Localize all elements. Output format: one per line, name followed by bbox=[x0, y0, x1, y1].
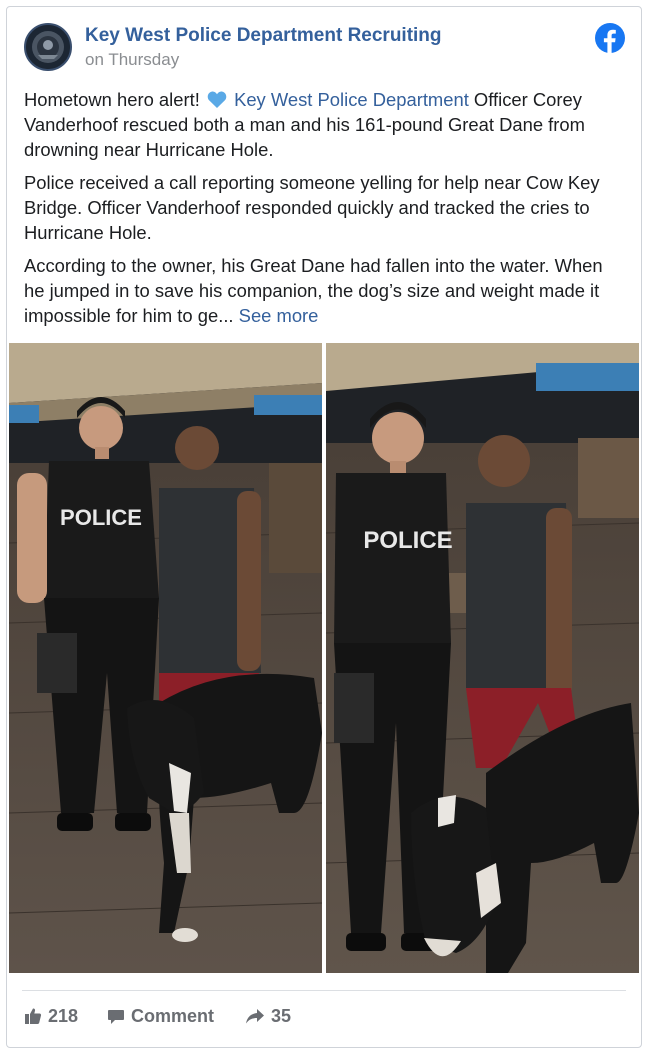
intro-text: Hometown hero alert! bbox=[24, 89, 205, 110]
share-count: 35 bbox=[271, 1005, 292, 1026]
blue-heart-icon bbox=[207, 91, 227, 108]
post-body: Hometown hero alert! Key West Police Dep… bbox=[24, 87, 628, 336]
post-timestamp[interactable]: on Thursday bbox=[85, 50, 179, 70]
page-mention-link[interactable]: Key West Police Department bbox=[234, 89, 469, 110]
share-arrow-icon bbox=[246, 1009, 264, 1024]
share-button[interactable]: 35 bbox=[245, 1003, 291, 1029]
photo-officer-man-dog-right[interactable]: POLICE bbox=[326, 343, 639, 973]
post-actions-bar: 218 Comment 35 bbox=[7, 1003, 641, 1033]
comment-label: Comment bbox=[131, 1005, 215, 1026]
post-paragraph: Police received a call reporting someone… bbox=[24, 172, 600, 243]
like-button[interactable]: 218 bbox=[24, 1003, 78, 1029]
thumbs-up-icon bbox=[25, 1008, 42, 1024]
like-count: 218 bbox=[48, 1005, 79, 1026]
post-card: Key West Police Department Recruiting on… bbox=[6, 6, 642, 1048]
post-paragraph: Hometown hero alert! Key West Police Dep… bbox=[24, 87, 628, 162]
page-name-link[interactable]: Key West Police Department Recruiting bbox=[85, 25, 442, 47]
facebook-logo-icon bbox=[595, 23, 625, 53]
shirt-police-text: POLICE bbox=[60, 505, 142, 530]
shirt-police-text: POLICE bbox=[363, 527, 452, 554]
post-paragraph: According to the owner, his Great Dane h… bbox=[24, 253, 628, 328]
comment-button[interactable]: Comment bbox=[107, 1003, 214, 1029]
photo-officer-man-dog-left[interactable]: POLICE bbox=[9, 343, 322, 973]
see-more-link[interactable]: See more bbox=[239, 305, 319, 326]
photo-grid: POLICE POLICE bbox=[8, 343, 640, 973]
comment-icon bbox=[108, 1010, 124, 1024]
post-header: Key West Police Department Recruiting on… bbox=[7, 7, 641, 87]
page-avatar[interactable] bbox=[24, 23, 72, 71]
actions-divider bbox=[22, 990, 626, 991]
